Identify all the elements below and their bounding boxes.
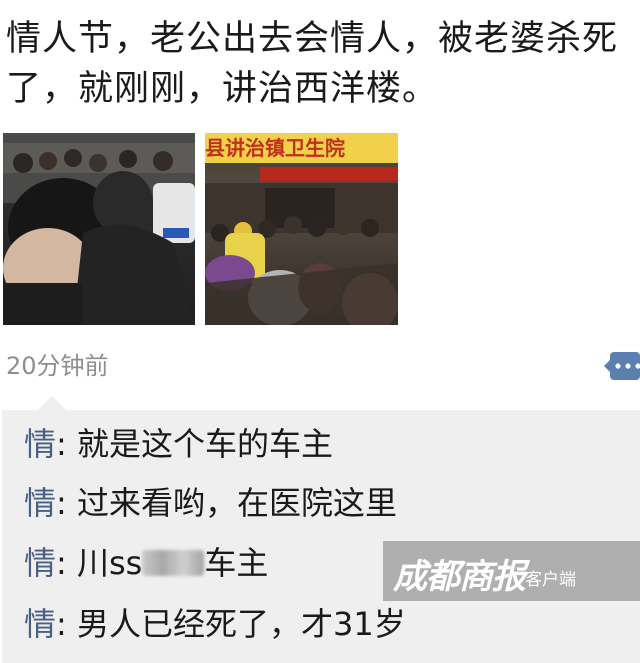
comment-button[interactable]: [604, 350, 640, 382]
comment-author[interactable]: 情: [24, 484, 56, 522]
comment-author[interactable]: 情: [24, 544, 56, 582]
comment-box-arrow: [38, 396, 66, 410]
comment-item[interactable]: 情: 男人已经死了，才31岁: [24, 604, 406, 644]
crowd-scene-left: [3, 133, 195, 325]
crowd-scene-right: [205, 183, 398, 325]
watermark: 成都商报 客户端: [383, 541, 640, 601]
comment-item[interactable]: 情: 川ss 车主: [24, 543, 268, 583]
photo-crowd-hospital[interactable]: 县讲治镇卫生院: [205, 133, 398, 325]
comment-separator: :: [56, 484, 77, 522]
comment-text-before: 川ss: [76, 544, 143, 582]
comment-bubble-icon: [604, 352, 640, 380]
comment-text-after: 车主: [204, 544, 269, 582]
comment-text: 男人已经死了，才31岁: [76, 605, 406, 643]
comment-separator: :: [56, 544, 77, 582]
comment-separator: :: [56, 605, 77, 643]
photo-crowd-left[interactable]: [3, 133, 195, 325]
censored-plate-blur: [142, 550, 205, 576]
comment-item[interactable]: 情: 就是这个车的车主: [24, 424, 333, 464]
watermark-logo: 成都商报: [393, 557, 526, 597]
comment-text: 过来看哟，在医院这里: [76, 484, 397, 522]
post-text: 情人节，老公出去会情人，被老婆杀死了，就刚刚，讲治西洋楼。: [6, 19, 619, 109]
post-timestamp: 20分钟前: [6, 352, 109, 380]
watermark-sub: 客户端: [525, 570, 576, 590]
comment-separator: :: [56, 425, 77, 463]
comment-author[interactable]: 情: [24, 605, 56, 643]
comment-text: 就是这个车的车主: [76, 425, 333, 463]
comment-item[interactable]: 情: 过来看哟，在医院这里: [24, 483, 397, 523]
moments-post: 情人节，老公出去会情人，被老婆杀死了，就刚刚，讲治西洋楼。 县讲治镇卫生院 20…: [0, 0, 640, 663]
comment-author[interactable]: 情: [24, 425, 56, 463]
